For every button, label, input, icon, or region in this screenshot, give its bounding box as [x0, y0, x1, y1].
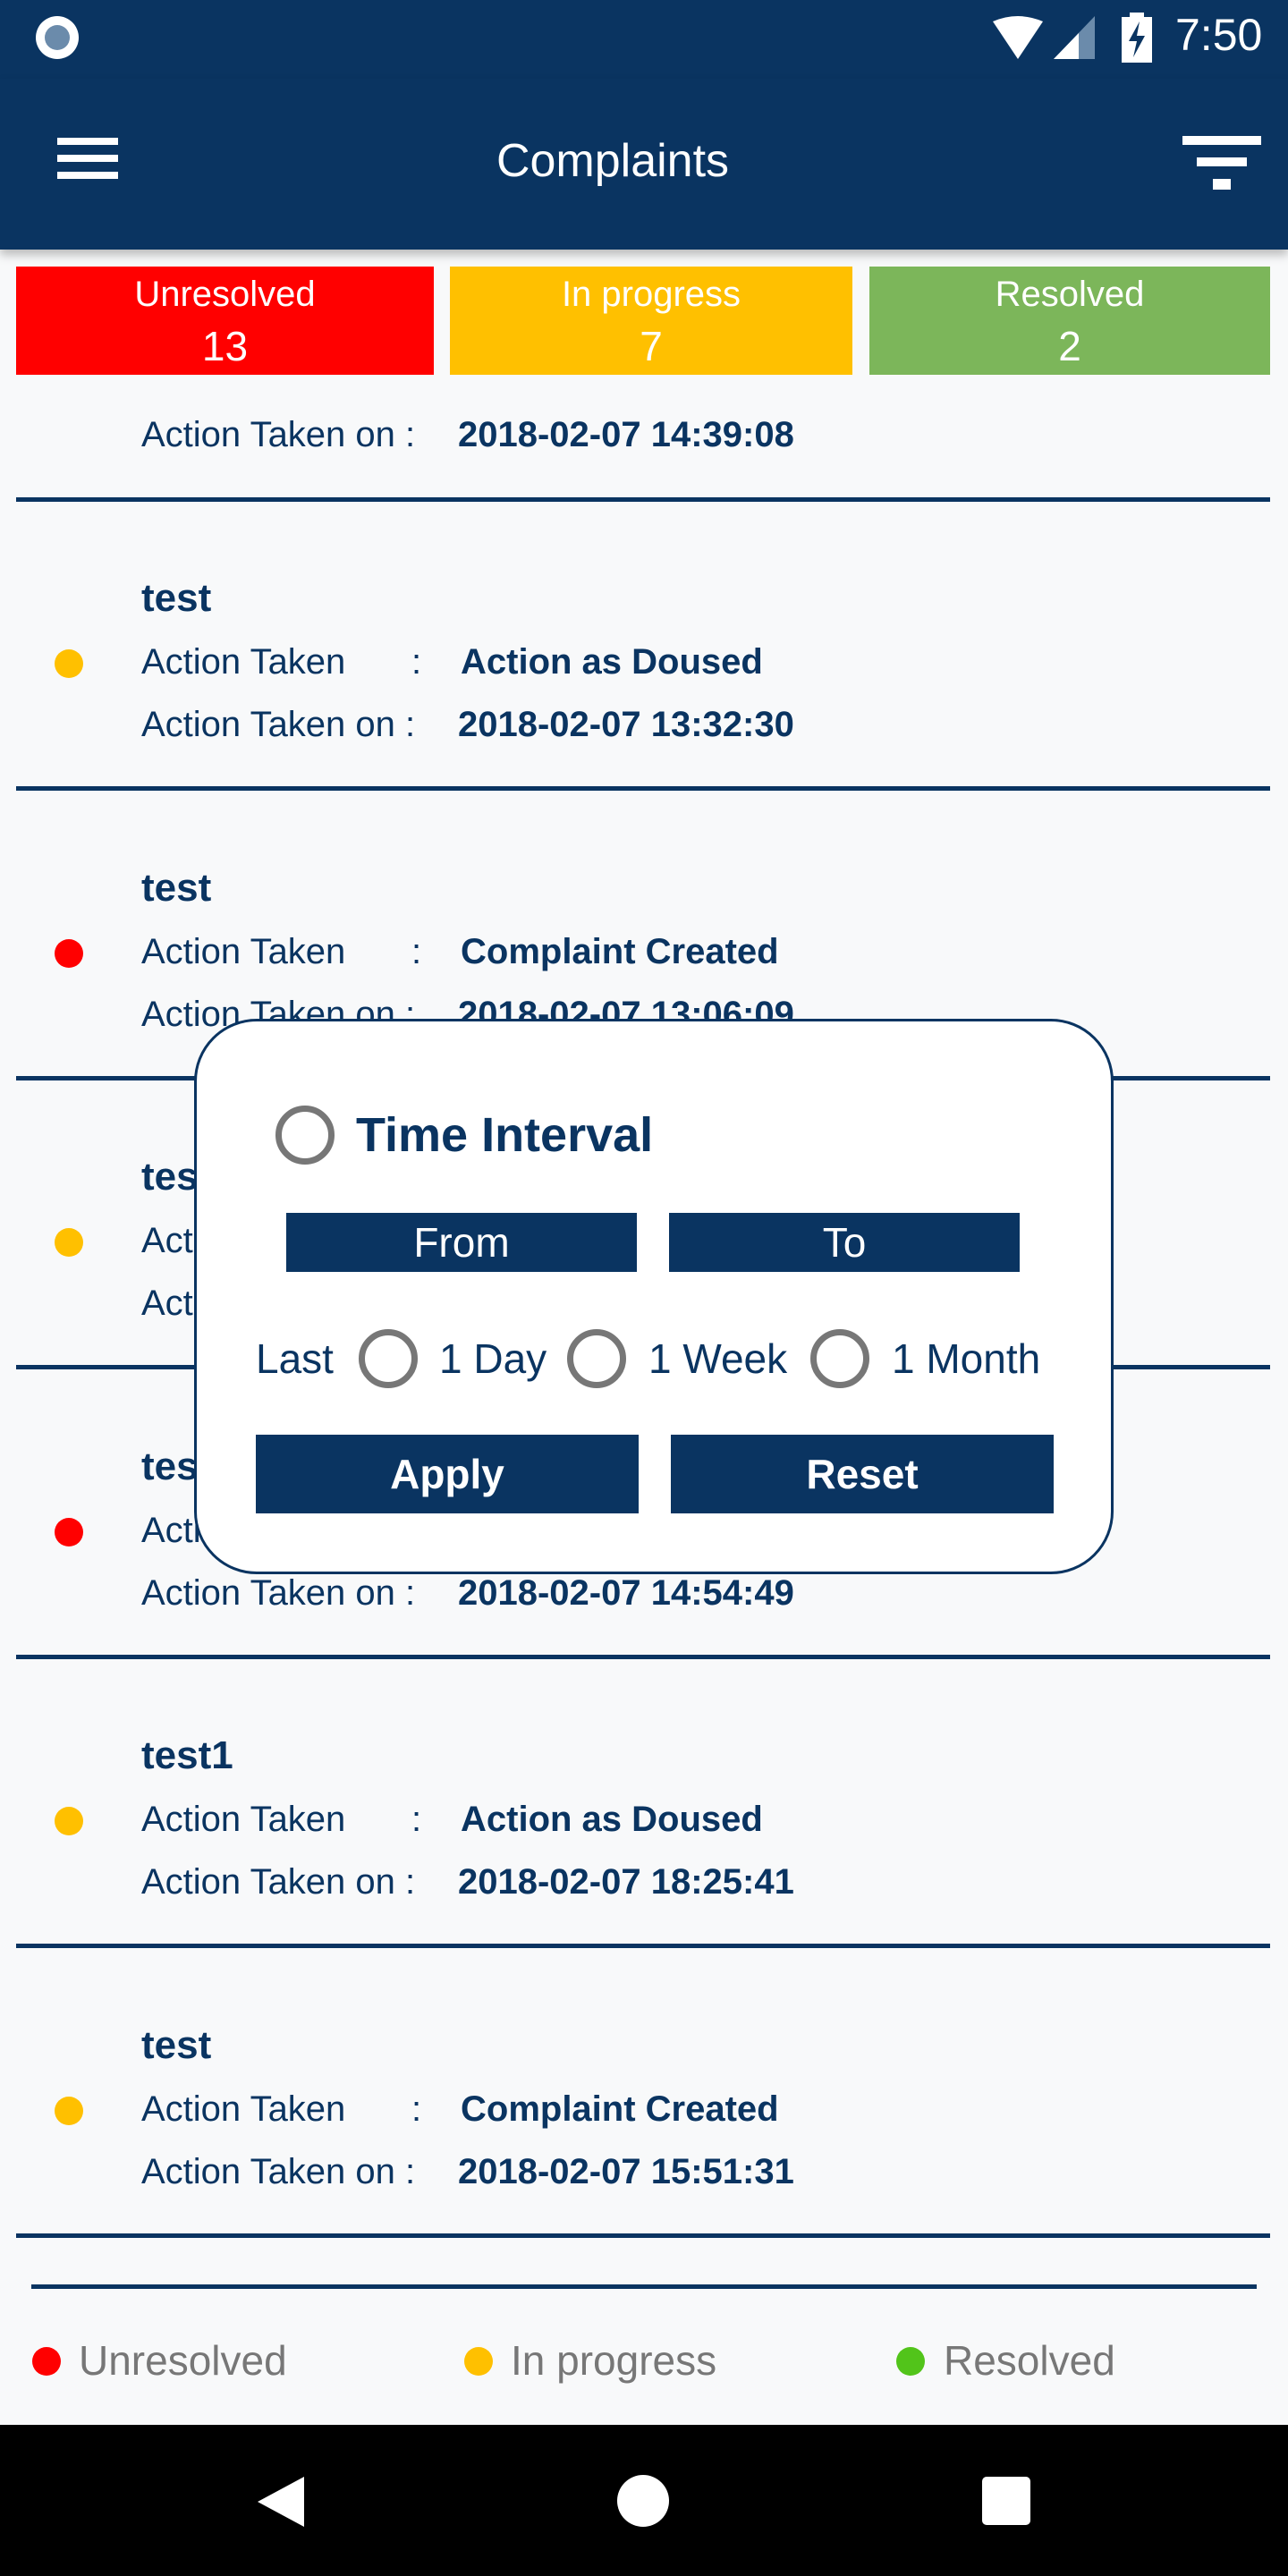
separator: :: [411, 1800, 422, 1839]
legend-in-progress-dot: [464, 2347, 493, 2376]
status-dot: [55, 938, 83, 968]
filter-icon[interactable]: [1182, 136, 1261, 190]
legend-in-progress-label: In progress: [511, 2337, 717, 2384]
legend-resolved-label: Resolved: [944, 2337, 1115, 2384]
tile-label: Resolved: [995, 275, 1145, 314]
action-taken-value: Complaint Created: [461, 2089, 779, 2129]
action-taken-on-value: 2018-02-07 14:54:49: [458, 1572, 794, 1613]
complaint-title: test: [141, 576, 212, 620]
action-taken-on-label: Action Taken on :: [141, 1572, 416, 1613]
row-divider: [16, 2233, 1270, 2238]
legend-unresolved-dot: [32, 2347, 61, 2376]
action-taken-on-label: Action Taken on :: [141, 2151, 416, 2191]
tile-label: In progress: [561, 275, 741, 314]
complaint-title: test: [141, 865, 212, 910]
list-item[interactable]: test Action Taken : Action as Doused Act…: [0, 499, 1288, 791]
signal-icon: [1054, 16, 1095, 59]
time-interval-radio[interactable]: [275, 1106, 335, 1165]
action-taken-label: Action Taken: [141, 931, 346, 971]
navigation-bar: [0, 2425, 1288, 2576]
complaint-title: tes: [141, 1155, 199, 1199]
one-week-radio[interactable]: [567, 1329, 626, 1388]
action-taken-on-value: 2018-02-07 14:39:08: [458, 415, 794, 454]
action-taken-value: Complaint Created: [461, 931, 779, 971]
action-taken-on-label: Action Taken on :: [141, 705, 416, 744]
one-day-radio[interactable]: [359, 1329, 418, 1388]
status-dot: [55, 1807, 83, 1835]
in-progress-tile[interactable]: In progress 7: [450, 267, 852, 375]
clock: 7:50: [1175, 10, 1263, 60]
legend-unresolved-label: Unresolved: [79, 2337, 287, 2384]
action-taken-label: Action Taken: [141, 1800, 346, 1839]
status-dot: [55, 1228, 83, 1257]
list-item[interactable]: test1 Action Taken : Action as Doused Ac…: [0, 1657, 1288, 1948]
tile-count: 2: [1058, 323, 1081, 369]
separator: :: [411, 642, 422, 682]
action-taken-label: Action Taken: [141, 642, 346, 682]
action-taken-on-value: 2018-02-07 13:32:30: [458, 705, 794, 744]
status-dot: [55, 649, 83, 678]
one-week-label: 1 Week: [648, 1335, 788, 1382]
action-taken-on-value: 2018-02-07 18:25:41: [458, 1862, 794, 1902]
battery-charging-icon: [1122, 13, 1152, 63]
separator: :: [411, 2089, 422, 2129]
complaint-title: tes: [141, 1444, 199, 1488]
action-taken-value: Action as Doused: [461, 1800, 763, 1839]
from-date-button[interactable]: From: [286, 1213, 637, 1272]
page-title: Complaints: [496, 135, 730, 187]
recents-icon[interactable]: [982, 2477, 1030, 2525]
tile-count: 7: [640, 323, 663, 369]
list-item[interactable]: test Action Taken : Complaint Created Ac…: [0, 1946, 1288, 2238]
status-bar: 7:50: [0, 0, 1288, 79]
footer-divider: [31, 2284, 1257, 2289]
complaint-title: test: [141, 2022, 212, 2067]
one-day-label: 1 Day: [439, 1335, 547, 1382]
wifi-icon: [993, 16, 1043, 59]
resolved-tile[interactable]: Resolved 2: [869, 267, 1270, 375]
legend-resolved-dot: [896, 2347, 925, 2376]
complaint-title: test1: [141, 1733, 233, 1777]
one-month-radio[interactable]: [810, 1329, 869, 1388]
app-bar: Complaints: [0, 79, 1288, 250]
back-icon[interactable]: [256, 2475, 306, 2529]
tile-count: 13: [201, 323, 249, 369]
filter-dialog: Time Interval From To Last 1 Day 1 Week …: [194, 1019, 1114, 1574]
action-taken-on-label: Action Taken on :: [141, 1862, 416, 1902]
action-taken-value: Action as Doused: [461, 642, 763, 682]
status-dot: [55, 1517, 83, 1546]
time-interval-label: Time Interval: [356, 1108, 654, 1162]
apply-button[interactable]: Apply: [256, 1435, 639, 1513]
reset-button[interactable]: Reset: [671, 1435, 1054, 1513]
app-notification-icon: [36, 16, 79, 59]
action-taken-on-label: Action Taken on :: [141, 415, 416, 454]
home-icon[interactable]: [617, 2475, 669, 2527]
tile-label: Unresolved: [134, 275, 316, 314]
to-date-button[interactable]: To: [669, 1213, 1020, 1272]
last-label: Last: [256, 1335, 334, 1382]
unresolved-tile[interactable]: Unresolved 13: [16, 267, 434, 375]
action-taken-on-value: 2018-02-07 15:51:31: [458, 2151, 794, 2191]
status-dot: [55, 2096, 83, 2125]
one-month-label: 1 Month: [892, 1335, 1041, 1382]
separator: :: [411, 931, 422, 971]
action-taken-label: Action Taken: [141, 2089, 346, 2129]
